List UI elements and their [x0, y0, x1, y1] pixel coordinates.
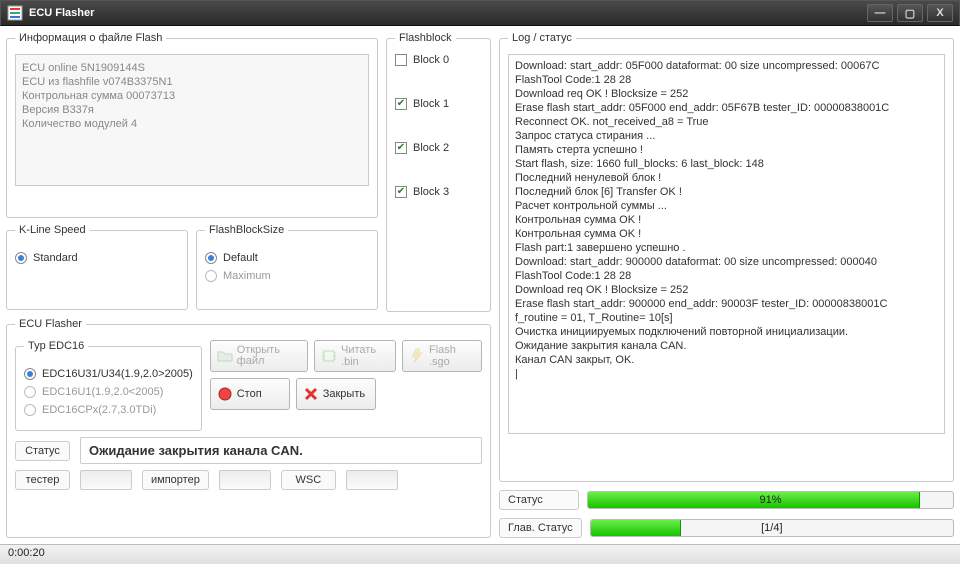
- flash-info-group: Информация о файле Flash ECU online 5N19…: [6, 32, 378, 218]
- statusbar: 0:00:20: [0, 544, 960, 564]
- ecu-opt1-radio[interactable]: EDC16U31/U34(1.9,2.0>2005): [24, 368, 193, 380]
- titlebar: ECU Flasher — ▢ X: [0, 0, 960, 26]
- flash-icon: [409, 348, 425, 364]
- log-legend: Log / статус: [508, 32, 576, 44]
- close-icon: [303, 386, 319, 402]
- folder-icon: [217, 348, 233, 364]
- flashblock-group: Flashblock Block 0 Block 1 Block 2 Block…: [386, 32, 491, 312]
- open-file-button[interactable]: Открыть файл: [210, 340, 308, 372]
- flashblock-legend: Flashblock: [395, 32, 456, 44]
- flashblocksize-group: FlashBlockSize Default Maximum: [196, 224, 378, 310]
- flash-info-text: ECU online 5N1909144S ECU из flashfile v…: [15, 54, 369, 186]
- progress-main-label: Глав. Статус: [499, 518, 582, 538]
- chip-icon: [321, 348, 337, 364]
- ecu-opt2-radio[interactable]: EDC16U1(1.9,2.0<2005): [24, 386, 193, 398]
- ecu-flasher-group: ECU Flasher Typ EDC16 EDC16U31/U34(1.9,2…: [6, 318, 491, 538]
- log-text[interactable]: Download: start_addr: 05F000 dataformat:…: [508, 54, 945, 434]
- kline-group: K-Line Speed Standard: [6, 224, 188, 310]
- ecu-type-legend: Typ EDC16: [24, 340, 88, 352]
- app-icon: [7, 5, 23, 21]
- close-button[interactable]: Закрыть: [296, 378, 376, 410]
- close-window-button[interactable]: X: [927, 4, 953, 22]
- ecu-flasher-legend: ECU Flasher: [15, 318, 86, 330]
- window-title: ECU Flasher: [29, 7, 94, 19]
- progress-status-text: 91%: [588, 492, 953, 508]
- wsc-label: WSC: [281, 470, 336, 490]
- maximize-button[interactable]: ▢: [897, 4, 923, 22]
- stop-icon: [217, 386, 233, 402]
- ecu-type-group: Typ EDC16 EDC16U31/U34(1.9,2.0>2005) EDC…: [15, 340, 202, 431]
- flashblock-1-check[interactable]: Block 1: [395, 98, 482, 110]
- progress-main-bar: [1/4]: [590, 519, 954, 537]
- minimize-button[interactable]: —: [867, 4, 893, 22]
- flashblock-3-check[interactable]: Block 3: [395, 186, 482, 198]
- fbsize-legend: FlashBlockSize: [205, 224, 288, 236]
- wsc-input[interactable]: [346, 470, 398, 490]
- kline-legend: K-Line Speed: [15, 224, 90, 236]
- importer-label: импортер: [142, 470, 209, 490]
- kline-standard-radio[interactable]: Standard: [15, 252, 179, 264]
- progress-main-text: [1/4]: [591, 520, 953, 536]
- ecu-opt3-radio[interactable]: EDC16CPx(2.7,3.0TDi): [24, 404, 193, 416]
- importer-input[interactable]: [219, 470, 271, 490]
- fbsize-maximum-radio[interactable]: Maximum: [205, 270, 369, 282]
- flashblock-0-check[interactable]: Block 0: [395, 54, 482, 66]
- flashblock-2-check[interactable]: Block 2: [395, 142, 482, 154]
- stop-button[interactable]: Стоп: [210, 378, 290, 410]
- timer-text: 0:00:20: [8, 547, 45, 559]
- tester-label: тестер: [15, 470, 70, 490]
- log-group: Log / статус Download: start_addr: 05F00…: [499, 32, 954, 482]
- flash-info-legend: Информация о файле Flash: [15, 32, 166, 44]
- flash-sgo-button[interactable]: Flash .sgo: [402, 340, 482, 372]
- progress-status-bar: 91%: [587, 491, 954, 509]
- ecu-status-value: Ожидание закрытия канала CAN.: [80, 437, 482, 464]
- read-bin-button[interactable]: Читать .bin: [314, 340, 396, 372]
- ecu-status-label: Статус: [15, 441, 70, 461]
- tester-input[interactable]: [80, 470, 132, 490]
- progress-status-label: Статус: [499, 490, 579, 510]
- fbsize-default-radio[interactable]: Default: [205, 252, 369, 264]
